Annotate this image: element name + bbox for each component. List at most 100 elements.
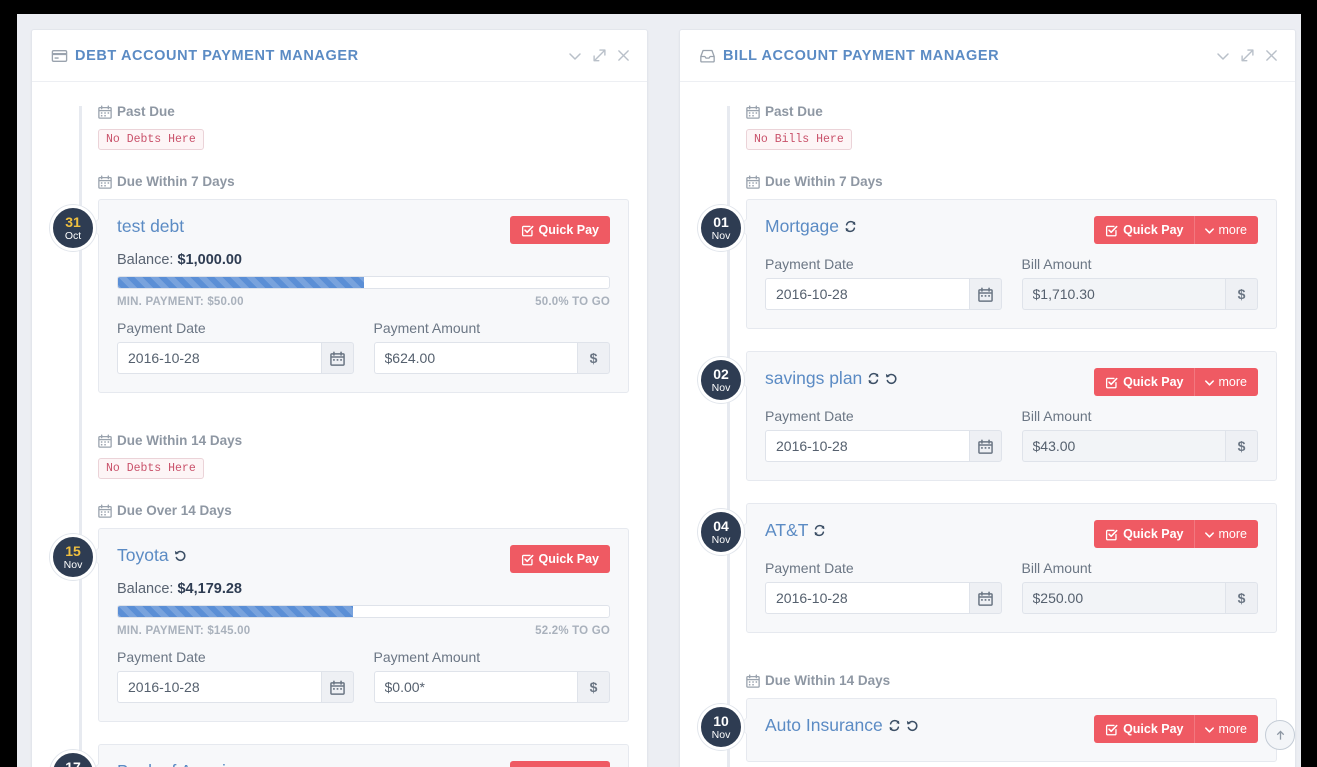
panel-header-tools (1216, 49, 1278, 63)
payment-amount-input[interactable] (373, 671, 577, 703)
recurring-icon[interactable] (844, 220, 857, 233)
card-header-row: Auto Insurance Quick Pay more (765, 715, 1258, 743)
date-bubble-day: 02 (713, 365, 729, 382)
undo-icon[interactable] (906, 719, 919, 732)
payment-date-group (117, 671, 354, 703)
quick-pay-button[interactable]: Quick Pay (1094, 368, 1194, 396)
scroll-to-top-button[interactable] (1265, 720, 1295, 750)
quick-pay-more-label: more (1218, 375, 1247, 389)
payment-amount-input[interactable] (1021, 582, 1225, 614)
card-header-row: test debt Quick Pay (117, 216, 610, 244)
currency-addon[interactable]: $ (1225, 582, 1258, 614)
payment-amount-field: Bill Amount $ (1021, 560, 1258, 614)
account-name[interactable]: Auto Insurance (765, 715, 919, 736)
quick-pay-button[interactable]: Quick Pay (509, 761, 610, 767)
quick-pay-more-button[interactable]: more (1193, 216, 1258, 244)
calendar-picker-button[interactable] (968, 582, 1002, 614)
expand-icon[interactable] (593, 49, 606, 62)
currency-addon[interactable]: $ (1225, 278, 1258, 310)
recurring-icon[interactable] (813, 524, 826, 537)
date-bubble-month: Oct (64, 229, 82, 242)
payment-date-input[interactable] (117, 342, 321, 374)
card-header-row: Mortgage Quick Pay more (765, 216, 1258, 244)
calendar-picker-button[interactable] (968, 430, 1002, 462)
payment-amount-group: $ (1021, 430, 1258, 462)
undo-icon[interactable] (174, 549, 187, 562)
calendar-picker-button[interactable] (320, 671, 354, 703)
account-card: Bank of AmericaQuick PayBalance: $2,932.… (90, 744, 629, 767)
payment-date-field: Payment Date (765, 256, 1002, 310)
check-square-icon (1105, 723, 1118, 736)
close-icon[interactable] (617, 49, 630, 62)
account-name[interactable]: savings plan (765, 368, 898, 389)
undo-icon[interactable] (885, 372, 898, 385)
payment-amount-label: Bill Amount (1021, 256, 1092, 272)
quick-pay-more-button[interactable]: more (1193, 715, 1258, 743)
quick-pay-label: Quick Pay (1123, 527, 1184, 541)
panel-title: BILL ACCOUNT PAYMENT MANAGER (723, 47, 1000, 64)
expand-icon[interactable] (1241, 49, 1254, 62)
payment-date-input[interactable] (117, 671, 321, 703)
quick-pay-group: Quick Pay (509, 216, 610, 244)
payment-date-label: Payment Date (117, 649, 206, 665)
payment-date-label: Payment Date (765, 256, 854, 272)
currency-addon[interactable]: $ (1225, 430, 1258, 462)
credit-card-icon (51, 48, 68, 64)
progress-bar-track (117, 276, 610, 289)
payment-date-input[interactable] (765, 430, 969, 462)
account-name[interactable]: Mortgage (765, 216, 857, 237)
payment-amount-input[interactable] (1021, 278, 1225, 310)
payment-date-input[interactable] (765, 278, 969, 310)
payment-amount-group: $ (373, 671, 610, 703)
quick-pay-button[interactable]: Quick Pay (1094, 520, 1194, 548)
calendar-picker-button[interactable] (320, 342, 354, 374)
date-bubble: 02 Nov (698, 357, 744, 403)
quick-pay-button[interactable]: Quick Pay (1094, 216, 1194, 244)
account-name[interactable]: Bank of America (117, 761, 244, 767)
payment-amount-group: $ (1021, 278, 1258, 310)
progress-bar-fill (118, 606, 353, 617)
quick-pay-button[interactable]: Quick Pay (509, 545, 610, 573)
card-fields: Payment Date Bill Amount $ (765, 408, 1258, 462)
quick-pay-more-button[interactable]: more (1193, 368, 1258, 396)
empty-state-badge: No Debts Here (98, 129, 204, 150)
section-label: Due Within 14 Days (765, 673, 891, 688)
balance-value: $1,000.00 (177, 252, 242, 268)
quick-pay-button[interactable]: Quick Pay (509, 216, 610, 244)
panels-container: DEBT ACCOUNT PAYMENT MANAGER Past Due No D… (17, 14, 1301, 767)
account-name[interactable]: Toyota (117, 545, 187, 566)
quick-pay-button[interactable]: Quick Pay (1094, 715, 1194, 743)
currency-addon[interactable]: $ (577, 342, 610, 374)
date-bubble-month: Nov (711, 728, 731, 741)
recurring-icon[interactable] (888, 719, 901, 732)
quick-pay-more-button[interactable]: more (1193, 520, 1258, 548)
chevron-down-icon[interactable] (1216, 49, 1230, 63)
payment-date-input[interactable] (765, 582, 969, 614)
currency-addon[interactable]: $ (577, 671, 610, 703)
to-go-label: 50.0% TO GO (535, 296, 610, 308)
calendar-icon (746, 175, 760, 189)
payment-date-label: Payment Date (117, 320, 206, 336)
calendar-icon (746, 105, 760, 119)
panel-body: Past Due No Debts Here Due Within 7 Days 31… (32, 82, 647, 767)
account-name[interactable]: AT&T (765, 520, 826, 541)
quick-pay-more-label: more (1218, 722, 1247, 736)
calendar-picker-button[interactable] (968, 278, 1002, 310)
payment-date-field: Payment Date (765, 408, 1002, 462)
check-square-icon (521, 224, 534, 237)
progress-bar-track (117, 605, 610, 618)
quick-pay-more-label: more (1218, 223, 1247, 237)
close-icon[interactable] (1265, 49, 1278, 62)
recurring-icon[interactable] (867, 372, 880, 385)
payment-amount-input[interactable] (373, 342, 577, 374)
payment-amount-group: $ (1021, 582, 1258, 614)
account-name[interactable]: test debt (117, 216, 184, 237)
chevron-down-small-icon (1204, 529, 1215, 540)
quick-pay-group: Quick Pay (509, 761, 610, 767)
payment-amount-label: Payment Amount (373, 320, 481, 336)
chevron-down-icon[interactable] (568, 49, 582, 63)
payment-amount-input[interactable] (1021, 430, 1225, 462)
balance-label: Balance: (117, 581, 174, 597)
min-payment-label: MIN. PAYMENT: $145.00 (117, 625, 251, 637)
